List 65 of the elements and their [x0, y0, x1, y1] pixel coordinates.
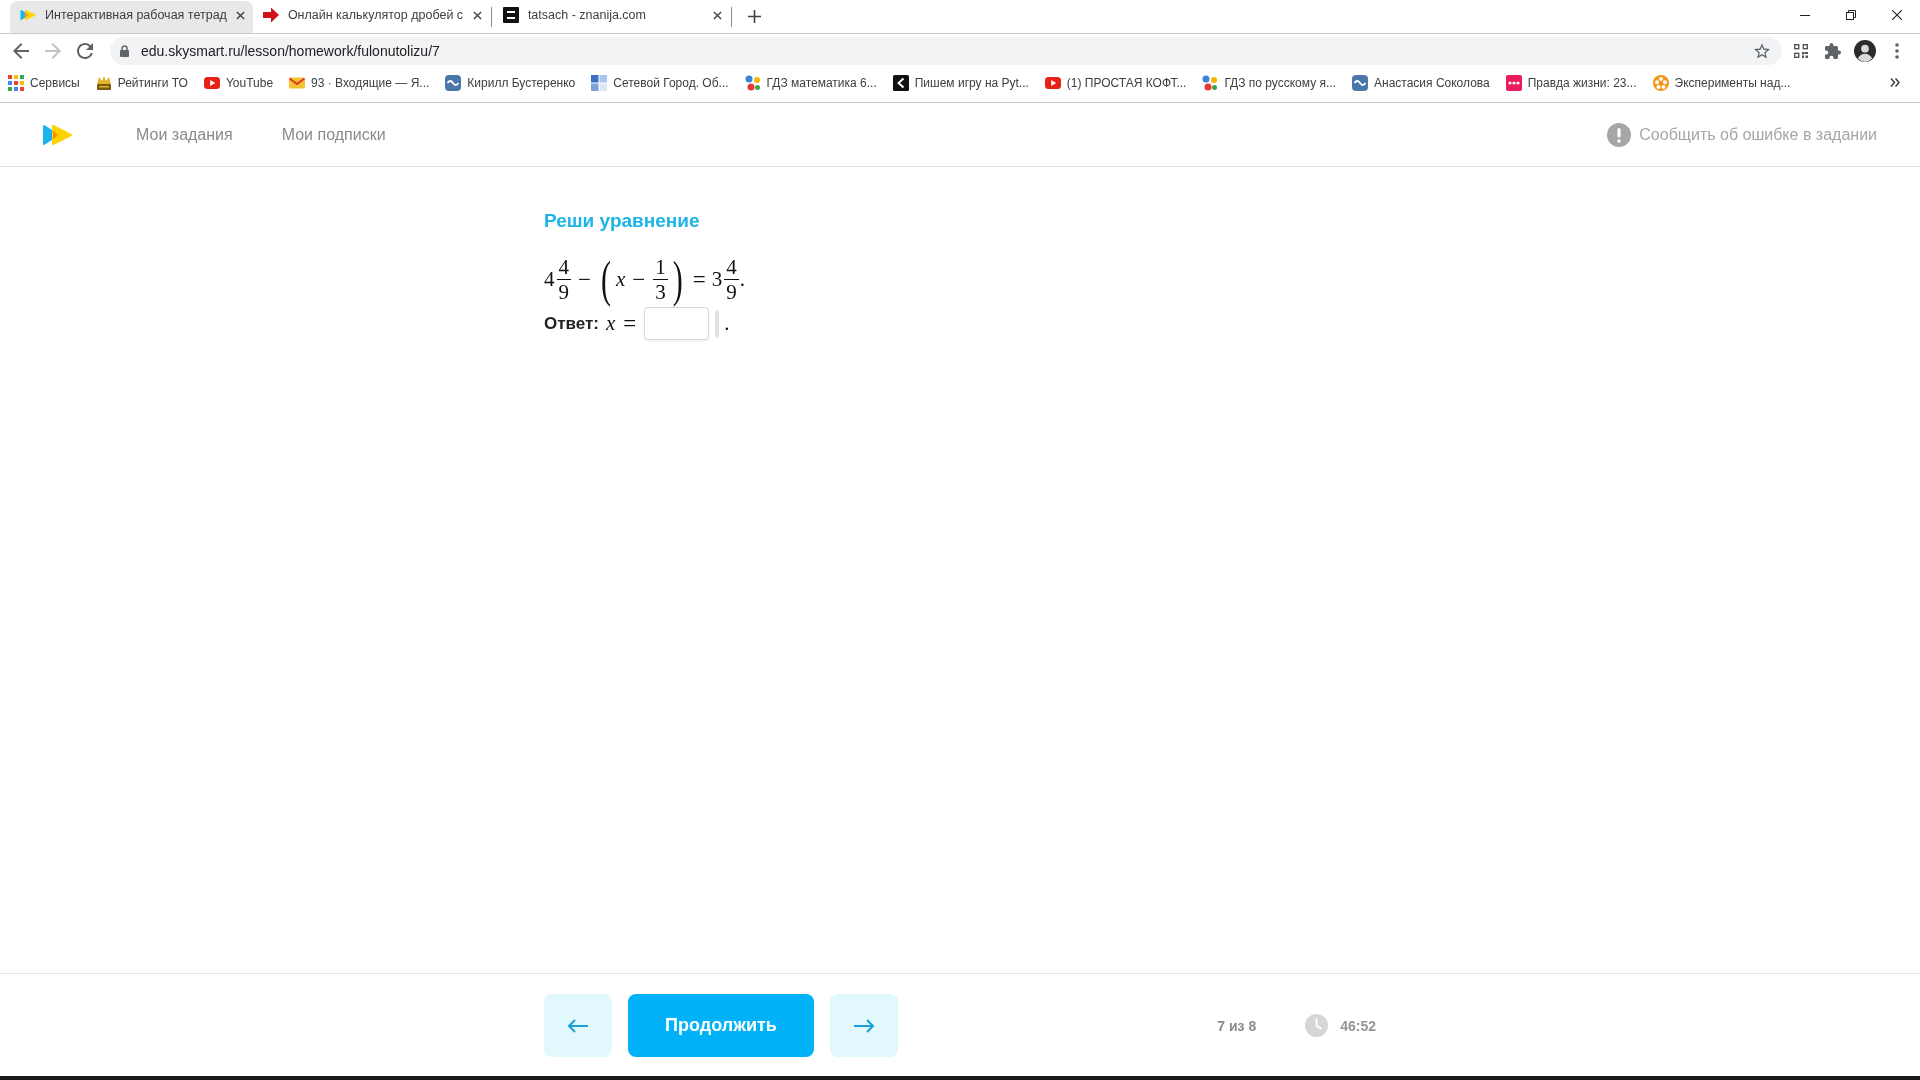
answer-field[interactable] — [644, 307, 710, 340]
minimize-icon — [1800, 14, 1810, 16]
bookmark[interactable]: (1) ПРОСТАЯ КОФТ... — [1036, 69, 1195, 96]
star-icon[interactable] — [1754, 43, 1770, 59]
more-icon — [1895, 43, 1899, 59]
apps-grid-icon — [8, 74, 24, 91]
task-title: Реши уравнение — [544, 209, 700, 233]
dots-icon — [744, 74, 761, 91]
bookmark[interactable]: ГДЗ математика 6... — [736, 69, 885, 96]
play-button-icon — [1044, 74, 1061, 91]
vertical-bar-icon — [715, 309, 720, 338]
wave-tile-icon — [1352, 74, 1368, 91]
close-icon[interactable] — [235, 10, 245, 20]
wave-tile-icon — [445, 74, 462, 91]
qr-code-icon — [1794, 44, 1808, 58]
reload-icon — [77, 43, 93, 59]
timer: 46:52 — [1340, 1017, 1376, 1034]
browser-tab[interactable]: tatsach - znanija.com — [492, 1, 730, 33]
browser-tab[interactable]: Онлайн калькулятор дробей с — [252, 1, 490, 33]
arrow-right-icon — [45, 43, 61, 59]
logo-icon — [42, 123, 73, 146]
arrow-left-icon — [13, 43, 29, 59]
dotted-tile-icon — [1505, 74, 1522, 91]
chevrons-icon — [1890, 78, 1900, 87]
nav-link[interactable]: Мои задания — [136, 125, 233, 144]
answer-label: Ответ: — [544, 313, 599, 334]
restore-icon — [1846, 10, 1856, 20]
avatar-icon — [1854, 40, 1876, 62]
plus-icon — [748, 10, 762, 23]
bookmark[interactable]: Рейтинги ТО — [87, 69, 196, 96]
bookmark[interactable]: ГДЗ по русскому я... — [1194, 69, 1344, 96]
math-period: . — [724, 311, 730, 336]
arrow-icon — [262, 7, 279, 23]
bookmark[interactable]: Сетевой Город. Об... — [583, 69, 737, 96]
bookmark[interactable]: Эксперименты над... — [1644, 69, 1799, 96]
bookmark[interactable]: 93 · Входящие — Я... — [281, 69, 438, 96]
tile-icon — [502, 7, 519, 23]
address-field[interactable]: edu.skysmart.ru/lesson/homework/fulonutolizu/7 — [110, 37, 1782, 65]
close-icon — [1892, 10, 1902, 20]
puzzle-icon — [1825, 43, 1841, 59]
arrow-right-icon — [853, 1018, 875, 1033]
dots-icon — [1202, 74, 1219, 91]
play-button-icon — [203, 74, 220, 91]
squares-icon — [591, 74, 608, 91]
math-expression: x = — [605, 310, 638, 337]
bookmark[interactable]: Анастасия Соколова — [1344, 69, 1498, 96]
arrow-left-icon — [567, 1018, 589, 1033]
profile-button[interactable] — [1851, 37, 1879, 65]
browser-tab[interactable]: Интерактивная рабочая тетрад — [10, 1, 253, 33]
close-icon[interactable] — [472, 10, 482, 20]
chevron-tile-icon — [892, 74, 909, 91]
crown-icon — [95, 74, 112, 91]
play-arrows-icon — [20, 7, 36, 23]
lock-icon — [120, 45, 129, 57]
progress-counter: 7 из 8 — [1217, 1017, 1257, 1034]
bookmark[interactable]: Сервисы — [0, 69, 88, 96]
bookmark[interactable]: YouTube — [195, 69, 282, 96]
close-icon[interactable] — [712, 10, 722, 20]
bookmark[interactable]: Пишем игру на Pyt... — [884, 69, 1037, 96]
bookmark[interactable]: Правда жизни: 23... — [1497, 69, 1645, 96]
nav-link[interactable]: Мои подписки — [281, 125, 386, 144]
clock-icon — [1305, 1014, 1329, 1037]
bookmark[interactable]: Кирилл Бустеренко — [437, 69, 584, 96]
exclamation-icon — [1607, 122, 1632, 147]
film-reel-icon — [1652, 74, 1669, 91]
